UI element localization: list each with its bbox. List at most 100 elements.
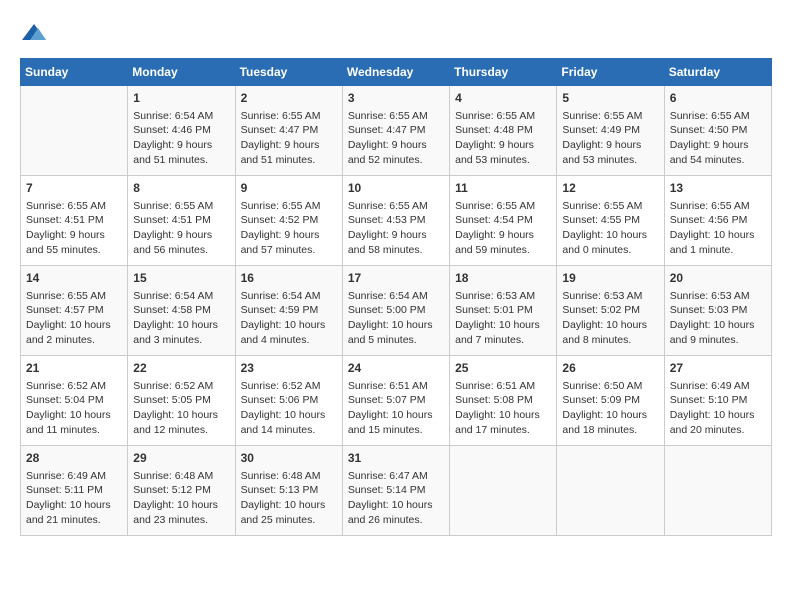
calendar-cell: 10 Sunrise: 6:55 AM Sunset: 4:53 PM Dayli… (342, 176, 449, 266)
day-number: 21 (26, 360, 122, 377)
day-info: Sunrise: 6:47 AM Sunset: 5:14 PM Dayligh… (348, 469, 444, 528)
day-info: Sunrise: 6:54 AM Sunset: 4:46 PM Dayligh… (133, 109, 229, 168)
day-number: 30 (241, 450, 337, 467)
day-header-sunday: Sunday (21, 59, 128, 86)
day-number: 5 (562, 90, 658, 107)
day-info: Sunrise: 6:55 AM Sunset: 4:52 PM Dayligh… (241, 199, 337, 258)
calendar-cell: 26Sunrise: 6:50 AM Sunset: 5:09 PM Dayli… (557, 356, 664, 446)
day-number: 7 (26, 180, 122, 197)
day-number: 20 (670, 270, 766, 287)
calendar-cell: 21 Sunrise: 6:52 AM Sunset: 5:04 PM Dayli… (21, 356, 128, 446)
calendar-cell: 6 Sunrise: 6:55 AM Sunset: 4:50 PM Daylig… (664, 86, 771, 176)
day-info: Sunrise: 6:53 AM Sunset: 5:02 PM Dayligh… (562, 289, 658, 348)
calendar-cell: 3 Sunrise: 6:55 AM Sunset: 4:47 PM Daylig… (342, 86, 449, 176)
day-header-tuesday: Tuesday (235, 59, 342, 86)
day-header-friday: Friday (557, 59, 664, 86)
day-header-saturday: Saturday (664, 59, 771, 86)
day-info: Sunrise: 6:54 AM Sunset: 4:58 PM Dayligh… (133, 289, 229, 348)
day-number: 9 (241, 180, 337, 197)
day-info: Sunrise: 6:53 AM Sunset: 5:01 PM Dayligh… (455, 289, 551, 348)
day-number: 11 (455, 180, 551, 197)
day-info: Sunrise: 6:55 AM Sunset: 4:49 PM Dayligh… (562, 109, 658, 168)
calendar-week-row: 14Sunrise: 6:55 AM Sunset: 4:57 PM Dayli… (21, 266, 772, 356)
calendar-cell: 15 Sunrise: 6:54 AM Sunset: 4:58 PM Dayli… (128, 266, 235, 356)
day-header-thursday: Thursday (450, 59, 557, 86)
day-number: 17 (348, 270, 444, 287)
day-number: 26 (562, 360, 658, 377)
day-number: 18 (455, 270, 551, 287)
calendar-cell: 16Sunrise: 6:54 AM Sunset: 4:59 PM Dayli… (235, 266, 342, 356)
calendar-cell (557, 446, 664, 536)
calendar-table: SundayMondayTuesdayWednesdayThursdayFrid… (20, 58, 772, 536)
day-info: Sunrise: 6:55 AM Sunset: 4:47 PM Dayligh… (241, 109, 337, 168)
day-info: Sunrise: 6:55 AM Sunset: 4:51 PM Dayligh… (26, 199, 122, 258)
calendar-cell: 14Sunrise: 6:55 AM Sunset: 4:57 PM Dayli… (21, 266, 128, 356)
logo (20, 20, 52, 48)
day-number: 8 (133, 180, 229, 197)
calendar-cell: 31 Sunrise: 6:47 AM Sunset: 5:14 PM Dayli… (342, 446, 449, 536)
calendar-cell: 13Sunrise: 6:55 AM Sunset: 4:56 PM Dayli… (664, 176, 771, 266)
day-info: Sunrise: 6:55 AM Sunset: 4:47 PM Dayligh… (348, 109, 444, 168)
day-number: 2 (241, 90, 337, 107)
calendar-cell: 4 Sunrise: 6:55 AM Sunset: 4:48 PM Daylig… (450, 86, 557, 176)
calendar-cell: 24 Sunrise: 6:51 AM Sunset: 5:07 PM Dayli… (342, 356, 449, 446)
day-info: Sunrise: 6:55 AM Sunset: 4:54 PM Dayligh… (455, 199, 551, 258)
calendar-cell: 29Sunrise: 6:48 AM Sunset: 5:12 PM Dayli… (128, 446, 235, 536)
day-number: 10 (348, 180, 444, 197)
day-info: Sunrise: 6:53 AM Sunset: 5:03 PM Dayligh… (670, 289, 766, 348)
calendar-week-row: 7 Sunrise: 6:55 AM Sunset: 4:51 PM Daylig… (21, 176, 772, 266)
calendar-cell: 17Sunrise: 6:54 AM Sunset: 5:00 PM Dayli… (342, 266, 449, 356)
calendar-cell: 27 Sunrise: 6:49 AM Sunset: 5:10 PM Dayli… (664, 356, 771, 446)
day-info: Sunrise: 6:55 AM Sunset: 4:57 PM Dayligh… (26, 289, 122, 348)
day-number: 24 (348, 360, 444, 377)
day-number: 13 (670, 180, 766, 197)
calendar-cell: 2 Sunrise: 6:55 AM Sunset: 4:47 PM Daylig… (235, 86, 342, 176)
calendar-cell: 19 Sunrise: 6:53 AM Sunset: 5:02 PM Dayli… (557, 266, 664, 356)
day-info: Sunrise: 6:52 AM Sunset: 5:04 PM Dayligh… (26, 379, 122, 438)
day-number: 27 (670, 360, 766, 377)
day-info: Sunrise: 6:49 AM Sunset: 5:11 PM Dayligh… (26, 469, 122, 528)
day-number: 4 (455, 90, 551, 107)
day-info: Sunrise: 6:51 AM Sunset: 5:07 PM Dayligh… (348, 379, 444, 438)
calendar-cell: 1 Sunrise: 6:54 AM Sunset: 4:46 PM Daylig… (128, 86, 235, 176)
day-number: 28 (26, 450, 122, 467)
calendar-cell (450, 446, 557, 536)
day-header-monday: Monday (128, 59, 235, 86)
day-info: Sunrise: 6:52 AM Sunset: 5:05 PM Dayligh… (133, 379, 229, 438)
day-info: Sunrise: 6:54 AM Sunset: 4:59 PM Dayligh… (241, 289, 337, 348)
day-info: Sunrise: 6:55 AM Sunset: 4:48 PM Dayligh… (455, 109, 551, 168)
calendar-cell: 18 Sunrise: 6:53 AM Sunset: 5:01 PM Dayli… (450, 266, 557, 356)
day-info: Sunrise: 6:51 AM Sunset: 5:08 PM Dayligh… (455, 379, 551, 438)
day-number: 19 (562, 270, 658, 287)
calendar-cell: 11 Sunrise: 6:55 AM Sunset: 4:54 PM Dayli… (450, 176, 557, 266)
day-info: Sunrise: 6:55 AM Sunset: 4:50 PM Dayligh… (670, 109, 766, 168)
day-number: 15 (133, 270, 229, 287)
calendar-cell: 30Sunrise: 6:48 AM Sunset: 5:13 PM Dayli… (235, 446, 342, 536)
calendar-header-row: SundayMondayTuesdayWednesdayThursdayFrid… (21, 59, 772, 86)
day-info: Sunrise: 6:55 AM Sunset: 4:53 PM Dayligh… (348, 199, 444, 258)
day-info: Sunrise: 6:55 AM Sunset: 4:55 PM Dayligh… (562, 199, 658, 258)
calendar-cell (21, 86, 128, 176)
day-info: Sunrise: 6:55 AM Sunset: 4:51 PM Dayligh… (133, 199, 229, 258)
calendar-cell: 9 Sunrise: 6:55 AM Sunset: 4:52 PM Daylig… (235, 176, 342, 266)
calendar-cell: 12 Sunrise: 6:55 AM Sunset: 4:55 PM Dayli… (557, 176, 664, 266)
day-number: 22 (133, 360, 229, 377)
calendar-cell: 23 Sunrise: 6:52 AM Sunset: 5:06 PM Dayli… (235, 356, 342, 446)
day-number: 6 (670, 90, 766, 107)
day-number: 31 (348, 450, 444, 467)
day-info: Sunrise: 6:48 AM Sunset: 5:12 PM Dayligh… (133, 469, 229, 528)
day-info: Sunrise: 6:49 AM Sunset: 5:10 PM Dayligh… (670, 379, 766, 438)
day-info: Sunrise: 6:52 AM Sunset: 5:06 PM Dayligh… (241, 379, 337, 438)
day-number: 23 (241, 360, 337, 377)
calendar-week-row: 28 Sunrise: 6:49 AM Sunset: 5:11 PM Dayli… (21, 446, 772, 536)
calendar-cell (664, 446, 771, 536)
day-header-wednesday: Wednesday (342, 59, 449, 86)
calendar-week-row: 21 Sunrise: 6:52 AM Sunset: 5:04 PM Dayli… (21, 356, 772, 446)
calendar-cell: 28 Sunrise: 6:49 AM Sunset: 5:11 PM Dayli… (21, 446, 128, 536)
calendar-cell: 20 Sunrise: 6:53 AM Sunset: 5:03 PM Dayli… (664, 266, 771, 356)
calendar-body: 1 Sunrise: 6:54 AM Sunset: 4:46 PM Daylig… (21, 86, 772, 536)
page-header (20, 20, 772, 48)
day-number: 12 (562, 180, 658, 197)
day-number: 3 (348, 90, 444, 107)
day-number: 1 (133, 90, 229, 107)
